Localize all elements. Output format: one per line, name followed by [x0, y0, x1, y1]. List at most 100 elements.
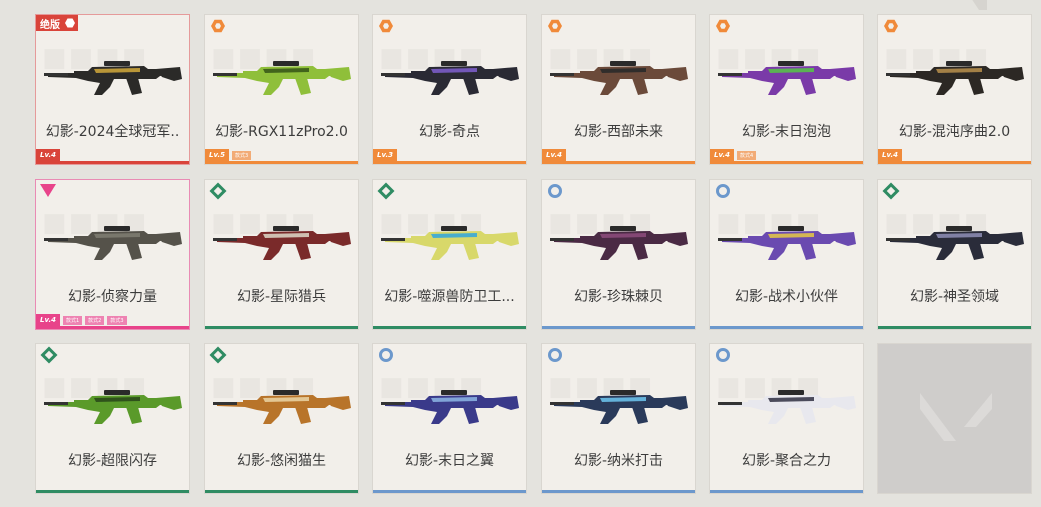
skin-card[interactable]: ■■■■幻影-聚合之力: [709, 343, 864, 494]
skin-name: 幻影-RGX11zPro2.0: [215, 124, 348, 140]
skin-card[interactable]: ■■■■幻影-末日之翼: [372, 343, 527, 494]
skin-card[interactable]: ■■■■幻影-超限闪存: [35, 343, 190, 494]
skin-card[interactable]: ■■■■绝版幻影-2024全球冠军..Lv.4: [35, 14, 190, 165]
skin-name: 幻影-混沌序曲2.0: [898, 124, 1011, 140]
skin-name: 幻影-末日泡泡: [741, 124, 832, 140]
rarity-bar: [373, 490, 526, 493]
level-label: Lv.4: [710, 149, 734, 161]
weapon-image: [44, 390, 182, 424]
skin-name: 幻影-奇点: [418, 124, 481, 140]
variant-chip: 款式3: [107, 315, 127, 325]
skin-card[interactable]: ■■■■幻影-RGX11zPro2.0Lv.5款式3: [204, 14, 359, 165]
level-tag: Lv.4: [878, 149, 902, 161]
skin-name: 幻影-神圣领域: [909, 289, 1000, 305]
rarity-bar: [205, 326, 358, 329]
skin-card[interactable]: ■■■■幻影-噬源兽防卫工...: [372, 179, 527, 330]
rarity-bar: [542, 490, 695, 493]
weapon-image: [550, 61, 688, 95]
empty-slot[interactable]: [877, 343, 1032, 494]
weapon-image: [381, 390, 519, 424]
rarity-bar: [36, 326, 189, 329]
variant-chip: 款式3: [231, 150, 252, 160]
rarity-circle-icon: [548, 184, 562, 198]
skin-card[interactable]: ■■■■幻影-侦察力量Lv.4款式1款式2款式3: [35, 179, 190, 330]
valorant-logo-icon: [920, 393, 992, 441]
weapon-image: [718, 61, 856, 95]
rarity-diamond-icon: [377, 182, 395, 200]
level-tag: Lv.3: [373, 149, 397, 161]
rarity-bar: [710, 490, 863, 493]
rarity-diamond-icon: [882, 182, 900, 200]
level-label: Lv.3: [373, 149, 397, 161]
level-tag: Lv.4 款式1 款式2 款式3: [36, 314, 127, 326]
rarity-circle-icon: [716, 184, 730, 198]
level-tag: Lv.4: [36, 149, 60, 161]
skin-name: 幻影-战术小伙伴: [734, 289, 839, 305]
rarity-bar: [710, 161, 863, 164]
weapon-image: [213, 226, 351, 260]
level-label: Lv.4: [542, 149, 566, 161]
rarity-hex-icon: [211, 19, 225, 33]
skin-card[interactable]: ■■■■幻影-珍珠棘贝: [541, 179, 696, 330]
skin-card[interactable]: ■■■■幻影-混沌序曲2.0Lv.4: [877, 14, 1032, 165]
rarity-diamond-icon: [209, 346, 227, 364]
rarity-bar: [373, 326, 526, 329]
level-label: Lv.4: [878, 149, 902, 161]
rarity-diamond-icon: [209, 182, 227, 200]
skin-card[interactable]: ■■■■幻影-末日泡泡Lv.4款式4: [709, 14, 864, 165]
skin-name: 幻影-超限闪存: [67, 453, 158, 469]
weapon-image: [550, 226, 688, 260]
weapon-image: [44, 61, 182, 95]
rarity-hex-icon: [548, 19, 562, 33]
skin-card[interactable]: ■■■■幻影-战术小伙伴: [709, 179, 864, 330]
rarity-circle-icon: [379, 348, 393, 362]
rarity-hex-icon: [716, 19, 730, 33]
skin-name: 幻影-纳米打击: [573, 453, 664, 469]
rarity-diamond-icon: [40, 346, 58, 364]
rarity-bar: [542, 161, 695, 164]
rarity-circle-icon: [716, 348, 730, 362]
level-tag: Lv.4 款式4: [710, 149, 757, 161]
level-label: Lv.5: [205, 149, 229, 161]
level-label: Lv.4: [36, 314, 60, 326]
weapon-image: [213, 61, 351, 95]
weapon-image: [550, 390, 688, 424]
skin-grid: ■■■■绝版幻影-2024全球冠军..Lv.4■■■■幻影-RGX11zPro2…: [35, 14, 1033, 496]
skin-name: 幻影-西部未来: [573, 124, 664, 140]
rarity-bar: [878, 326, 1031, 329]
rarity-bar: [373, 161, 526, 164]
rarity-bar: [542, 326, 695, 329]
skin-card[interactable]: ■■■■幻影-西部未来Lv.4: [541, 14, 696, 165]
skin-card[interactable]: ■■■■幻影-星际猎兵: [204, 179, 359, 330]
skin-name: 幻影-2024全球冠军..: [45, 124, 180, 140]
variant-chip: 款式2: [85, 315, 105, 325]
weapon-image: [718, 226, 856, 260]
skin-card[interactable]: ■■■■幻影-悠闲猫生: [204, 343, 359, 494]
skin-name: 幻影-聚合之力: [741, 453, 832, 469]
rarity-bar: [878, 161, 1031, 164]
rarity-bar: [36, 161, 189, 164]
skin-name: 幻影-星际猎兵: [236, 289, 327, 305]
skin-card[interactable]: ■■■■幻影-纳米打击: [541, 343, 696, 494]
limited-badge: 绝版: [36, 15, 78, 31]
weapon-image: [886, 226, 1024, 260]
rarity-tri-icon: [40, 184, 56, 197]
weapon-image: [886, 61, 1024, 95]
skin-name: 幻影-末日之翼: [404, 453, 495, 469]
weapon-image: [381, 226, 519, 260]
skin-card[interactable]: ■■■■幻影-神圣领域: [877, 179, 1032, 330]
weapon-image: [718, 390, 856, 424]
rarity-bar: [205, 490, 358, 493]
skin-card[interactable]: ■■■■幻影-奇点Lv.3: [372, 14, 527, 165]
variant-chip: 款式1: [62, 315, 83, 325]
weapon-image: [381, 61, 519, 95]
rarity-bar: [205, 161, 358, 164]
variant-chip: 款式4: [736, 150, 757, 160]
skin-name: 幻影-噬源兽防卫工...: [384, 289, 515, 305]
level-tag: Lv.4: [542, 149, 566, 161]
rarity-hex-icon: [884, 19, 898, 33]
skin-name: 幻影-悠闲猫生: [236, 453, 327, 469]
weapon-image: [213, 390, 351, 424]
weapon-image: [44, 226, 182, 260]
skin-name: 幻影-珍珠棘贝: [573, 289, 664, 305]
